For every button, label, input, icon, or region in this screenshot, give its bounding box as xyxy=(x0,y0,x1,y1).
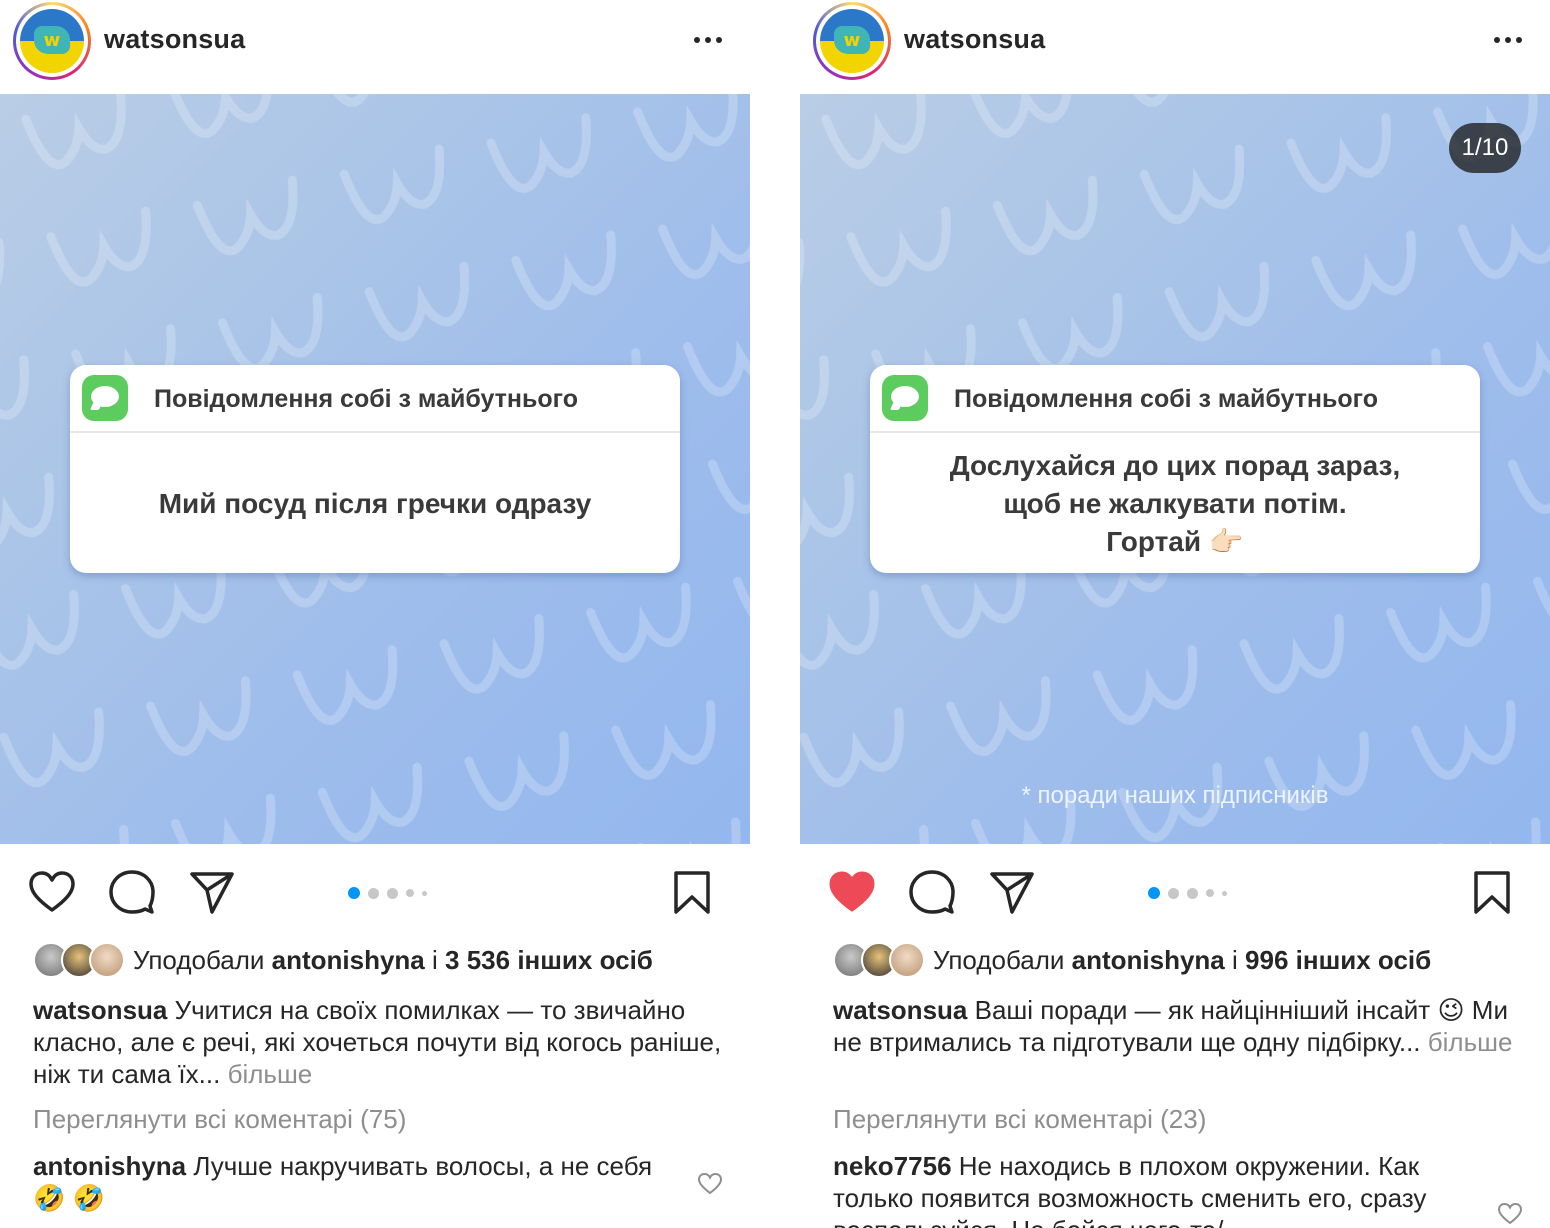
carousel-dot xyxy=(406,889,414,897)
liker-username[interactable]: antonishyna xyxy=(272,945,425,975)
avatar xyxy=(89,942,125,978)
post-1: w watsonsua Повідомлення собі з майбутнь… xyxy=(0,0,750,1228)
message-card: Повідомлення собі з майбутнього Дослухай… xyxy=(870,365,1480,573)
wink-emoji: 😉 xyxy=(1437,995,1465,1025)
comment-like-heart-icon[interactable] xyxy=(697,1172,723,1196)
action-bar xyxy=(0,844,750,936)
card-title: Повідомлення собі з майбутнього xyxy=(954,385,1379,413)
post-header: w watsonsua xyxy=(0,0,750,94)
heart-filled-icon[interactable] xyxy=(828,870,876,914)
action-bar xyxy=(800,844,1550,936)
carousel-dot xyxy=(1187,887,1198,899)
slide-counter-badge: 1/10 xyxy=(1449,123,1521,173)
liker-avatars xyxy=(33,942,125,978)
avatar[interactable]: w xyxy=(813,2,891,80)
heart-icon[interactable] xyxy=(28,870,76,914)
carousel-dot xyxy=(348,887,360,899)
card-title: Повідомлення собі з майбутнього xyxy=(154,385,579,413)
caption-username[interactable]: watsonsua xyxy=(833,995,967,1025)
watsons-logo-icon: w xyxy=(34,26,70,54)
likes-summary: Уподобали antonishyna і 3 536 інших осіб xyxy=(133,945,653,976)
card-body: Дослухайся до цих порад зараз, щоб не жа… xyxy=(870,435,1480,573)
likes-row[interactable]: Уподобали antonishyna і 996 інших осіб xyxy=(833,940,1431,980)
carousel-dot xyxy=(422,890,427,896)
bookmark-icon[interactable] xyxy=(1468,870,1516,914)
card-body-line: Дослухайся до цих порад зараз, xyxy=(949,450,1401,481)
comment-bubble-icon[interactable] xyxy=(908,870,956,914)
caption-more-link[interactable]: більше xyxy=(1428,1027,1513,1057)
liker-avatars xyxy=(833,942,925,978)
comment: neko7756 Не находись в плохом окружении.… xyxy=(833,1150,1473,1228)
image-footnote: * поради наших підписників xyxy=(1021,782,1329,809)
view-all-comments-link[interactable]: Переглянути всі коментарі (23) xyxy=(833,1104,1206,1135)
carousel-dot xyxy=(1222,890,1227,896)
likes-row[interactable]: Уподобали antonishyna і 3 536 інших осіб xyxy=(33,940,653,980)
likes-count[interactable]: 996 інших осіб xyxy=(1245,945,1431,975)
likes-prefix: Уподобали xyxy=(133,944,265,975)
carousel-dots xyxy=(1148,887,1227,899)
caption-more-link[interactable]: більше xyxy=(228,1059,313,1089)
liker-username[interactable]: antonishyna xyxy=(1072,945,1225,975)
paper-plane-icon[interactable] xyxy=(188,870,236,914)
card-body: Мий посуд після гречки одразу xyxy=(70,435,680,573)
likes-conjunction: і xyxy=(432,944,438,975)
likes-conjunction: і xyxy=(1232,944,1238,975)
card-body-line: Гортай 👉🏻 xyxy=(1106,526,1244,557)
messages-app-icon xyxy=(882,375,928,421)
paper-plane-icon[interactable] xyxy=(988,870,1036,914)
carousel-dot xyxy=(1168,887,1179,899)
card-body-line: щоб не жалкувати потім. xyxy=(1003,488,1347,519)
likes-count[interactable]: 3 536 інших осіб xyxy=(445,945,653,975)
carousel-dot xyxy=(1206,889,1214,897)
post-2: w watsonsua 1/10 Повідомлення собі з май… xyxy=(800,0,1550,1228)
comment-username[interactable]: neko7756 xyxy=(833,1151,952,1181)
more-dots-icon[interactable] xyxy=(688,26,728,54)
carousel-dot xyxy=(387,887,398,899)
view-all-comments-link[interactable]: Переглянути всі коментарі (75) xyxy=(33,1104,406,1135)
messages-app-icon xyxy=(82,375,128,421)
comment-bubble-icon[interactable] xyxy=(108,870,156,914)
caption-username[interactable]: watsonsua xyxy=(33,995,167,1025)
username-link[interactable]: watsonsua xyxy=(904,24,1045,55)
more-dots-icon[interactable] xyxy=(1488,26,1528,54)
comment-emoji: 🤣 🤣 xyxy=(33,1183,105,1213)
post-caption: watsonsua Учитися на своїх помилках — то… xyxy=(33,994,723,1090)
message-card: Повідомлення собі з майбутнього Мий посу… xyxy=(70,365,680,573)
post-header: w watsonsua xyxy=(800,0,1550,94)
post-caption: watsonsua Ваші поради — як найцінніший і… xyxy=(833,994,1523,1058)
comment-like-heart-icon[interactable] xyxy=(1497,1202,1523,1226)
post-image[interactable]: 1/10 Повідомлення собі з майбутнього Дос… xyxy=(800,94,1550,844)
post-image[interactable]: Повідомлення собі з майбутнього Мий посу… xyxy=(0,94,750,844)
carousel-dot xyxy=(1148,887,1160,899)
comment-text: Лучше накручивать волосы, а не себя xyxy=(193,1151,653,1181)
comment: antonishyna Лучше накручивать волосы, а … xyxy=(33,1150,673,1214)
likes-prefix: Уподобали xyxy=(933,944,1065,975)
bookmark-icon[interactable] xyxy=(668,870,716,914)
carousel-dots xyxy=(348,887,427,899)
caption-text: Ваші поради — як найцінніший інсайт xyxy=(974,995,1431,1025)
card-body-line: Мий посуд після гречки одразу xyxy=(158,488,592,519)
username-link[interactable]: watsonsua xyxy=(104,24,245,55)
comment-username[interactable]: antonishyna xyxy=(33,1151,186,1181)
avatar[interactable]: w xyxy=(13,2,91,80)
watsons-logo-icon: w xyxy=(834,26,870,54)
likes-summary: Уподобали antonishyna і 996 інших осіб xyxy=(933,945,1431,976)
carousel-dot xyxy=(368,887,379,899)
avatar xyxy=(889,942,925,978)
